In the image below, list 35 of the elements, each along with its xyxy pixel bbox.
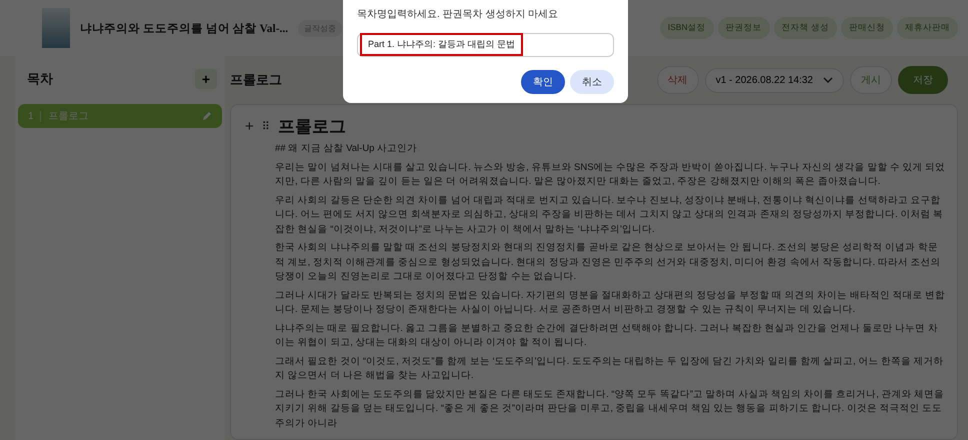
add-block-button[interactable]: + bbox=[245, 118, 254, 135]
add-chapter-button[interactable]: + bbox=[195, 69, 217, 89]
tab[interactable]: 제휴사판매 bbox=[897, 17, 958, 39]
chapter-heading: 프롤로그 bbox=[278, 116, 346, 138]
paragraph: 그러나 한국 사회에는 도도주의를 닮았지만 본질은 다른 태도도 존재합니다. “양쪽 모두 똑같다”고 말하며 사실과 책임의 차이를 흐리거나, 관계와 체면을 지키기 위해 갈등을 덮는 태도입니다. “좋은 게 좋은 것”이라며 판단을 미루고, 중립을 내세우며 책임 있는 행동을 피하기도 합니다. 이것은 적극적인 도도주의가 아니라 bbox=[275, 388, 946, 430]
dialog-message: 목차명입력하세요. 판권목차 생성하지 마세요 bbox=[357, 8, 560, 22]
paragraph: 냐냐주의는 때로 필요합니다. 옳고 그름을 분별하고 중요한 순간에 결단하려면 선택해야 합니다. 그러나 복잡한 현실과 인간을 언제나 둘로만 나누면 차이는 위협이 되고, 상대는 대화의 대상이 아니라 이겨야 할 적이 됩니다. bbox=[275, 322, 939, 350]
version-dropdown[interactable]: v1 - 2026.08.22 14:32 bbox=[704, 68, 844, 92]
save-button[interactable]: 저장 bbox=[898, 66, 948, 94]
chapter-item[interactable]: 1 프롤로그 bbox=[18, 104, 222, 128]
publish-button[interactable]: 게시 bbox=[850, 66, 892, 94]
book-title: 냐냐주의와 도도주의를 넘어 삼찰 Val-... bbox=[80, 22, 288, 36]
cancel-button[interactable]: 취소 bbox=[570, 70, 614, 94]
paragraph: 한국 사회의 냐냐주의를 말할 때 조선의 붕당정치와 현대의 진영정치를 곧바로 같은 현상으로 보아서는 안 됩니다. 조선의 붕당은 성리학적 이념과 학문적 계보, 정치적 이해관계를 중심으로 형성되었습니다. 현대의 정당과 진영은 민주주의 선거와 대중정치, 미디어 환경 속에서 작동합니다. 따라서 조선의 당쟁이 오늘의 진영논리로 그대로 이어졌다고 단정할 수는 없습니다. bbox=[275, 241, 942, 284]
paragraph: 그래서 필요한 것이 “이것도, 저것도”를 함께 보는 ‘도도주의’입니다. 도도주의는 대립하는 두 입장에 담긴 가치와 일리를 함께 살피고, 어느 한쪽을 제거하지 않으면서 더 나은 해법을 찾는 사고입니다. bbox=[275, 354, 945, 383]
input-field[interactable]: Part 1. 냐냐주의: 갈등과 대립의 문법 bbox=[357, 32, 614, 56]
tab[interactable]: 판권정보 bbox=[718, 17, 770, 39]
tab[interactable]: 전자책 생성 bbox=[774, 17, 837, 39]
chevron-down-icon bbox=[823, 77, 833, 83]
paragraph: ## 왜 지금 삼찰 Val-Up 사고인가 bbox=[275, 142, 418, 156]
paragraph: 그러나 시대가 달라도 반복되는 정치의 문법은 있습니다. 자기편의 명분을 절대화하고 상대편의 정당성을 부정할 때 의견의 차이는 배타적인 적대로 변합니다. 문제는 붕당이나 정당이 존재한다는 사실이 아닙니다. 서로 공존하면서 비판하고 경쟁할 수 있는 규칙이 무너지는 데 있습니다. bbox=[275, 288, 946, 317]
chapter-title: 프롤로그 bbox=[230, 71, 282, 89]
paragraph: 우리는 말이 넘쳐나는 시대를 살고 있습니다. 뉴스와 방송, 유튜브와 SNS에는 수많은 주장과 반박이 쏟아집니다. 누구나 자신의 생각을 말할 수 있게 되었지만, 다른 사람의 말을 깊이 듣는 일은 더 어려워졌습니다. 말은 많아졌지만 대화는 줄었고, 주장은 강해졌지만 이해의 폭은 좁아졌습니다. bbox=[275, 160, 946, 189]
delete-button[interactable]: 삭제 bbox=[656, 66, 699, 94]
confirm-button[interactable]: 확인 bbox=[521, 70, 565, 94]
chapter-label: 프롤로그 bbox=[48, 110, 90, 123]
tab[interactable]: ISBN설정 bbox=[660, 17, 714, 39]
input-value: Part 1. 냐냐주의: 갈등과 대립의 문법 bbox=[360, 33, 524, 56]
book-cover-image bbox=[42, 8, 70, 48]
drag-handle[interactable]: ⠿ bbox=[262, 120, 270, 133]
chapter-number: 1 bbox=[28, 110, 41, 122]
paragraph: 우리 사회의 갈등은 단순한 의견 차이를 넘어 대립과 적대로 번지고 있습니다. 보수냐 진보냐, 성장이냐 분배냐, 전통이냐 혁신이냐를 선택하라고 요구합니다. 어느 편에도 서지 않으면 회색분자로 의심하고, 상대의 주장을 비판하는 데서 그치지 않고 상대의 인격과 존재의 정당성까지 부정합니다. 이처럼 복잡한 현실을 “이것이냐, 저것이냐”로 나누는 사고가 이 책에서 말하는 ‘냐냐주의’입니다. bbox=[275, 194, 944, 236]
pencil-icon[interactable] bbox=[202, 111, 212, 121]
sidebar-title: 목차 bbox=[27, 70, 53, 88]
tab[interactable]: 판매신청 bbox=[841, 17, 893, 39]
